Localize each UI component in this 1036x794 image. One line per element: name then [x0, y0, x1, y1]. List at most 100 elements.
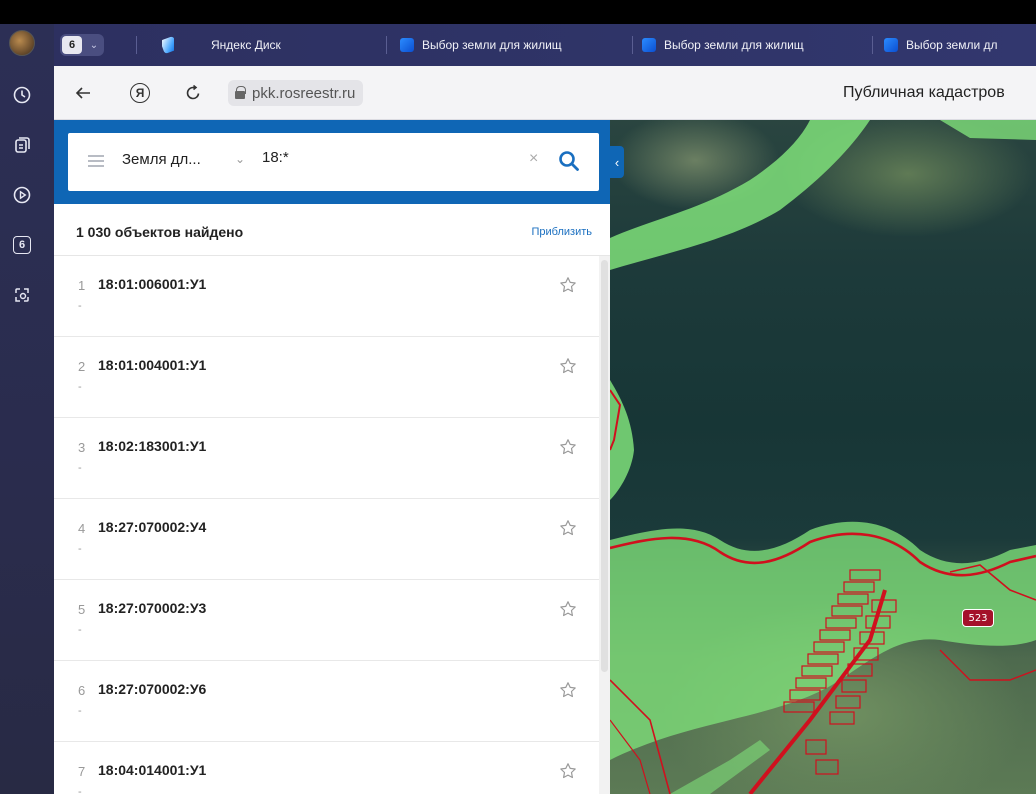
result-index: 7 — [78, 764, 86, 779]
star-icon[interactable] — [559, 762, 577, 780]
tab-land-choice-2[interactable]: Выбор земли для жилищ — [642, 34, 868, 56]
yandex-logo-icon[interactable]: Я — [130, 83, 150, 103]
map-overlay — [610, 120, 1036, 794]
tab-label: Выбор земли для жилищ — [422, 38, 562, 52]
star-icon[interactable] — [559, 276, 577, 294]
tab-separator — [386, 36, 387, 54]
url-field[interactable]: pkk.rosreestr.ru — [228, 80, 364, 106]
result-cadastral-number[interactable]: 18:01:004001:У1 — [98, 357, 206, 373]
back-button[interactable] — [70, 80, 96, 106]
tab-land-choice-3[interactable]: Выбор земли дл — [884, 34, 1036, 56]
result-cadastral-number[interactable]: 18:04:014001:У1 — [98, 762, 206, 778]
site-favicon-icon — [400, 38, 414, 52]
results-list: 1 18:01:006001:У1 - 2 18:01:004001:У1 - 3 18:02… — [54, 256, 599, 794]
pinned-tab[interactable] — [162, 34, 174, 56]
page-title: Публичная кадастров — [843, 84, 1005, 101]
address-bar: Я pkk.rosreestr.ru Публичная кадастров — [54, 66, 1036, 120]
collapse-sidebar-button[interactable]: ‹ — [610, 146, 624, 178]
results-count: 1 030 объектов найдено — [76, 224, 244, 240]
zoom-to-results-link[interactable]: Приблизить — [532, 226, 593, 238]
search-input[interactable] — [262, 149, 522, 166]
result-row[interactable]: 1 18:01:006001:У1 - — [54, 256, 599, 337]
tab-count: 6 — [62, 36, 82, 54]
result-index: 5 — [78, 602, 86, 617]
result-row[interactable]: 3 18:02:183001:У1 - — [54, 418, 599, 499]
tab-land-choice-1[interactable]: Выбор земли для жилищ — [400, 34, 628, 56]
result-row[interactable]: 2 18:01:004001:У1 - — [54, 337, 599, 418]
reload-button[interactable] — [180, 80, 206, 106]
parcel-boundary — [939, 649, 1036, 681]
reload-icon — [186, 84, 200, 100]
lock-icon — [235, 86, 246, 99]
tab-label: Яндекс Диск — [211, 38, 281, 52]
result-subtitle: - — [78, 786, 82, 794]
scrollbar-thumb[interactable] — [601, 260, 608, 672]
arrow-left-icon — [75, 87, 90, 99]
search-header: Земля дл... ⌄ × — [54, 120, 610, 204]
result-subtitle: - — [78, 705, 82, 717]
site-favicon-icon — [884, 38, 898, 52]
page-content: 523 Земля дл... ⌄ × ‹ 1 030 объектов най… — [54, 120, 1036, 794]
zone-polygon — [940, 120, 1036, 140]
result-subtitle: - — [78, 543, 82, 555]
tab-label: Выбор земли дл — [906, 38, 998, 52]
chevron-left-icon: ‹ — [614, 154, 620, 170]
window-top-strip — [0, 0, 1036, 24]
collections-icon[interactable] — [9, 132, 35, 158]
result-subtitle: - — [78, 462, 82, 474]
tab-separator — [136, 36, 137, 54]
result-index: 6 — [78, 683, 86, 698]
layer-select[interactable]: Земля дл... — [122, 151, 201, 168]
result-row[interactable]: 7 18:04:014001:У1 - — [54, 742, 599, 794]
result-index: 2 — [78, 359, 86, 374]
result-cadastral-number[interactable]: 18:27:070002:У6 — [98, 681, 206, 697]
result-index: 3 — [78, 440, 86, 455]
chevron-down-icon[interactable]: ⌄ — [235, 152, 245, 166]
result-index: 1 — [78, 278, 86, 293]
profile-avatar[interactable] — [9, 30, 35, 56]
tab-separator — [872, 36, 873, 54]
chevron-down-icon: ⌄ — [89, 39, 99, 51]
result-row[interactable]: 5 18:27:070002:У3 - — [54, 580, 599, 661]
result-cadastral-number[interactable]: 18:01:006001:У1 — [98, 276, 206, 292]
result-row[interactable]: 4 18:27:070002:У4 - — [54, 499, 599, 580]
result-cadastral-number[interactable]: 18:27:070002:У3 — [98, 600, 206, 616]
tab-yandex-disk[interactable]: Яндекс Диск — [211, 34, 361, 56]
tab-label: Выбор земли для жилищ — [664, 38, 804, 52]
star-icon[interactable] — [559, 600, 577, 618]
play-icon[interactable] — [9, 182, 35, 208]
result-subtitle: - — [78, 300, 82, 312]
star-icon[interactable] — [559, 357, 577, 375]
result-index: 4 — [78, 521, 86, 536]
result-subtitle: - — [78, 381, 82, 393]
menu-icon[interactable] — [88, 155, 104, 167]
result-row[interactable]: 6 18:27:070002:У6 - — [54, 661, 599, 742]
zone-polygon — [610, 521, 1036, 760]
history-icon[interactable] — [9, 82, 35, 108]
result-cadastral-number[interactable]: 18:02:183001:У1 — [98, 438, 206, 454]
yandex-disk-icon — [162, 36, 174, 54]
rail-badge-count: 6 — [13, 236, 31, 254]
tab-counter-button[interactable]: 6 ⌄ — [60, 34, 104, 56]
results-header: 1 030 объектов найдено Приблизить — [54, 204, 610, 256]
result-cadastral-number[interactable]: 18:27:070002:У4 — [98, 519, 206, 535]
cadastral-map[interactable]: 523 — [610, 120, 1036, 794]
parcel-number-label[interactable]: 523 — [962, 609, 994, 627]
browser-side-rail: 6 — [0, 24, 54, 794]
search-box: Земля дл... ⌄ × — [68, 133, 599, 191]
tab-bar: 6 ⌄ Яндекс Диск Выбор земли для жилищ Вы… — [54, 24, 1036, 66]
star-icon[interactable] — [559, 519, 577, 537]
screenshot-icon[interactable] — [9, 282, 35, 308]
search-sidebar: Земля дл... ⌄ × ‹ 1 030 объектов найдено… — [54, 120, 624, 794]
results-scrollbar[interactable] — [599, 256, 610, 794]
tab-counter-icon[interactable]: 6 — [9, 232, 35, 258]
star-icon[interactable] — [559, 681, 577, 699]
clear-icon[interactable]: × — [529, 150, 538, 168]
search-icon[interactable] — [558, 150, 580, 172]
tab-separator — [632, 36, 633, 54]
site-favicon-icon — [642, 38, 656, 52]
result-subtitle: - — [78, 624, 82, 636]
star-icon[interactable] — [559, 438, 577, 456]
zone-polygon — [610, 120, 870, 270]
url-text: pkk.rosreestr.ru — [252, 84, 356, 102]
